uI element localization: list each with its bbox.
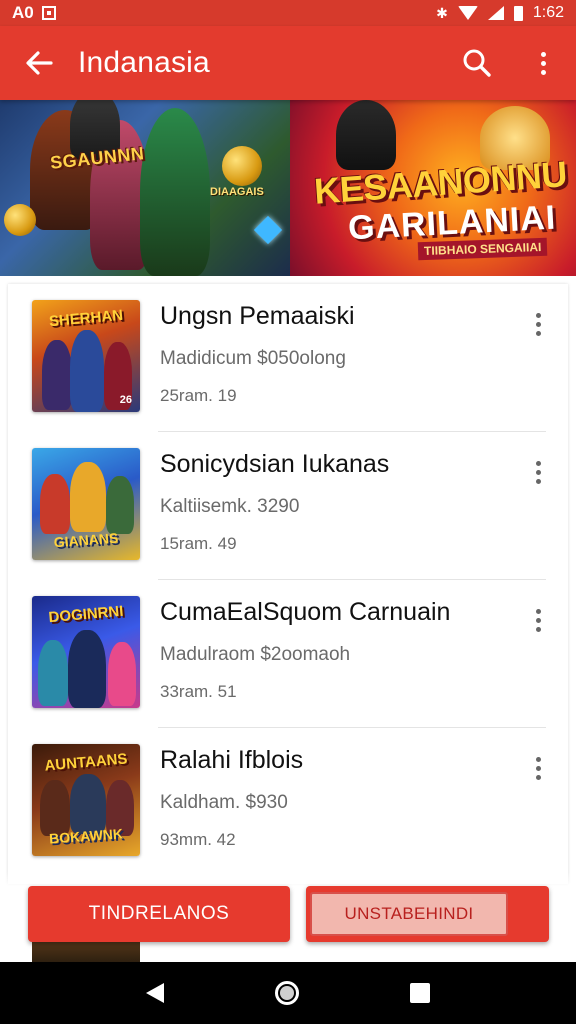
status-right: ✱ 1:62 [436, 4, 564, 22]
thumb-label: SHERHAN [48, 306, 124, 331]
promo-banner[interactable]: SGAUNNN DIAAGAIS KESAANONNU GARILANIAI T… [0, 100, 576, 276]
game-thumbnail[interactable]: AUNTAANS BOKAWNK [32, 744, 140, 856]
thumb-figure [108, 642, 136, 706]
item-subtitle: Kaltiisemk. 3290 [160, 496, 300, 517]
banner-right-art[interactable]: KESAANONNU GARILANIAI TIIBHAIO SENGAIIAI [290, 100, 576, 276]
banner-left-badge: DIAAGAIS [210, 186, 264, 198]
item-subtitle: Madulraom $2oomaoh [160, 644, 351, 665]
game-thumbnail[interactable]: SHERHAN 26 [32, 300, 140, 412]
notification-box-icon [41, 6, 56, 20]
game-list: SHERHAN 26 Ungsn Pemaaiski Madidicum $05… [8, 284, 568, 884]
nav-recents-icon[interactable] [410, 983, 431, 1003]
primary-action-button[interactable]: TINDRELANOS [28, 886, 290, 942]
item-title: CumaEalSquom Carnuain [160, 598, 451, 626]
wifi-icon [457, 6, 478, 20]
status-left: A0 [12, 3, 56, 23]
back-button[interactable] [0, 26, 78, 100]
coin-icon [222, 146, 262, 186]
search-icon [463, 49, 491, 77]
status-bar: A0 ✱ 1:62 [0, 0, 576, 26]
thumb-figure [70, 774, 106, 834]
thumb-label: DOGINRNI [47, 602, 125, 627]
more-vert-icon[interactable] [522, 750, 554, 786]
gem-icon [253, 215, 283, 245]
battery-icon [513, 5, 523, 21]
bluetooth-icon: ✱ [436, 4, 448, 21]
item-title: Ralahi Ifblois [160, 746, 304, 774]
more-vert-icon[interactable] [522, 602, 554, 638]
thumb-corner-label: 26 [119, 394, 132, 406]
banner-left-art[interactable]: SGAUNNN DIAAGAIS [0, 100, 290, 276]
thumb-figure [70, 462, 106, 532]
search-button[interactable] [444, 26, 510, 100]
nav-home-icon[interactable] [274, 981, 299, 1005]
signal-icon [487, 6, 504, 20]
secondary-button-label: UNSTABEHINDI [310, 892, 508, 936]
secondary-action-button[interactable]: UNSTABEHINDI [306, 886, 549, 942]
list-item[interactable]: SHERHAN 26 Ungsn Pemaaiski Madidicum $05… [8, 284, 568, 432]
status-text: A0 [12, 3, 34, 22]
status-time: 1:62 [532, 4, 564, 21]
item-title: Sonicydsian Iukanas [160, 450, 390, 478]
hero-figure [140, 108, 210, 276]
page-title: Indanasia [78, 46, 210, 79]
item-subtitle: Madidicum $050olong [160, 348, 346, 369]
more-options-button[interactable] [510, 26, 576, 100]
thumb-figure [40, 474, 70, 534]
more-vert-icon[interactable] [522, 454, 554, 490]
thumb-label: AUNTAANS [43, 750, 129, 775]
thumb-figure [42, 340, 72, 410]
more-vert-icon [540, 51, 546, 75]
thumb-figure [68, 630, 106, 708]
list-item[interactable]: AUNTAANS BOKAWNK Ralahi Ifblois Kaldham.… [8, 728, 568, 876]
nav-back-icon[interactable] [145, 983, 164, 1003]
item-meta: 93mm. 42 [160, 830, 236, 849]
item-meta: 25ram. 19 [160, 386, 237, 405]
thumb-figure [38, 640, 68, 706]
back-arrow-icon [26, 51, 53, 75]
app-bar: Indanasia [0, 26, 576, 100]
game-thumbnail[interactable]: DOGINRNI [32, 596, 140, 708]
system-nav-bar [0, 962, 576, 1024]
item-meta: 33ram. 51 [160, 682, 237, 701]
coin-icon [4, 204, 36, 236]
more-vert-icon[interactable] [522, 306, 554, 342]
item-meta: 15ram. 49 [160, 534, 237, 553]
list-item[interactable]: DOGINRNI CumaEalSquom Carnuain Madulraom… [8, 580, 568, 728]
hero-figure [336, 100, 396, 170]
game-thumbnail[interactable]: GIANANS [32, 448, 140, 560]
item-title: Ungsn Pemaaiski [160, 302, 355, 330]
banner-right-tag: TIIBHAIO SENGAIIAI [417, 237, 548, 261]
thumb-figure [106, 476, 134, 534]
item-subtitle: Kaldham. $930 [160, 792, 288, 813]
thumb-figure [40, 780, 70, 836]
list-item[interactable]: GIANANS Sonicydsian Iukanas Kaltiisemk. … [8, 432, 568, 580]
thumb-figure [70, 330, 104, 412]
